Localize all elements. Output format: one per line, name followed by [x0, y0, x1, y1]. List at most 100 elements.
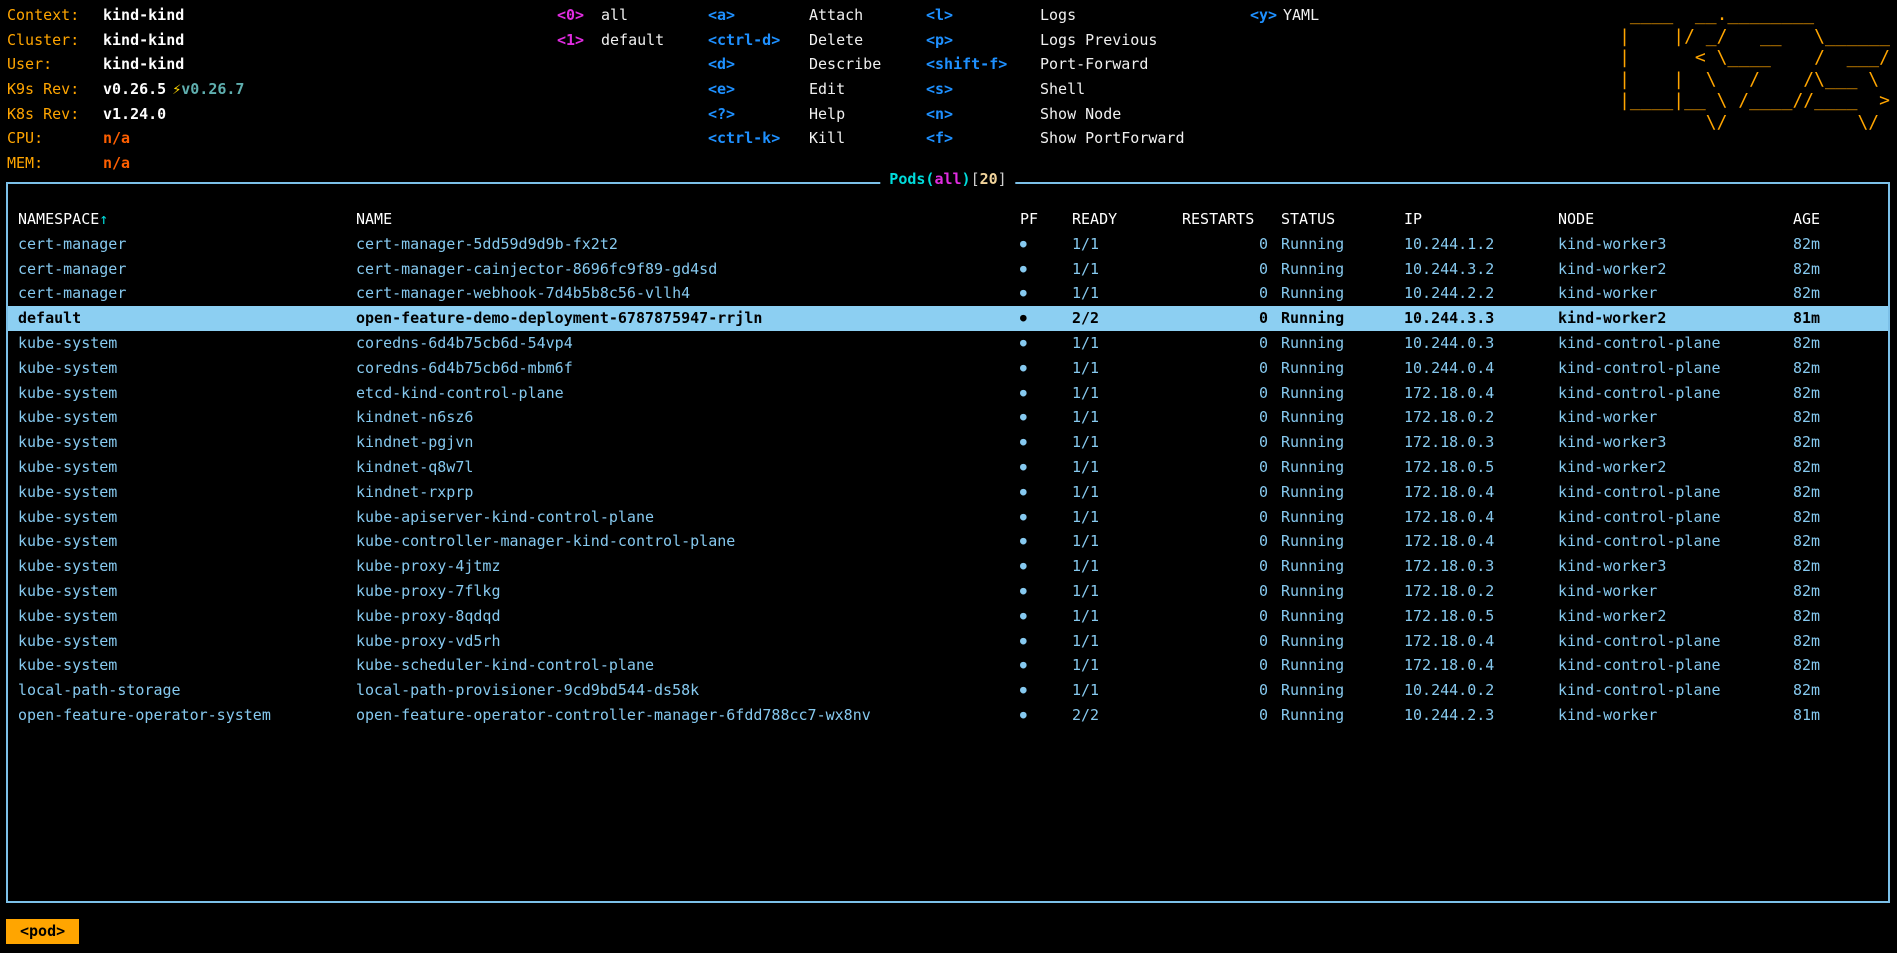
cell-restarts: 0: [1182, 455, 1281, 480]
hotkey-item[interactable]: <ctrl-d>Delete: [708, 28, 881, 53]
info-value: v1.24.0: [103, 105, 166, 123]
cell-restarts: 0: [1182, 281, 1281, 306]
cell-status: Running: [1281, 455, 1404, 480]
port-forward-indicator-icon: ●: [1020, 604, 1072, 629]
hotkey-key: <?>: [708, 102, 809, 127]
column-header-pf[interactable]: PF: [1020, 207, 1072, 232]
cell-name: kube-controller-manager-kind-control-pla…: [356, 529, 1020, 554]
table-row[interactable]: kube-system kube-apiserver-kind-control-…: [8, 505, 1888, 530]
cell-node: kind-control-plane: [1558, 331, 1793, 356]
table-row[interactable]: kube-system kindnet-q8w7l ● 1/1 0 Runnin…: [8, 455, 1888, 480]
table-row[interactable]: cert-manager cert-manager-5dd59d9d9b-fx2…: [8, 232, 1888, 257]
cell-age: 81m: [1793, 306, 1884, 331]
cell-name: kindnet-rxprp: [356, 480, 1020, 505]
cell-age: 82m: [1793, 604, 1884, 629]
cell-namespace: kube-system: [18, 529, 356, 554]
hotkey-key: <f>: [926, 126, 1040, 151]
column-header-node[interactable]: NODE: [1558, 207, 1793, 232]
table-row[interactable]: kube-system kindnet-n6sz6 ● 1/1 0 Runnin…: [8, 405, 1888, 430]
hotkey-key: <d>: [708, 52, 809, 77]
column-header-status[interactable]: STATUS: [1281, 207, 1404, 232]
title-bracket: ]: [998, 170, 1007, 188]
hotkey-item[interactable]: <?>Help: [708, 102, 881, 127]
cell-restarts: 0: [1182, 653, 1281, 678]
column-header-name[interactable]: NAME: [356, 207, 1020, 232]
hotkey-item[interactable]: <y>YAML: [1250, 3, 1319, 28]
table-row[interactable]: cert-manager cert-manager-webhook-7d4b5b…: [8, 281, 1888, 306]
hotkey-item[interactable]: <a>Attach: [708, 3, 881, 28]
cell-node: kind-worker: [1558, 281, 1793, 306]
cell-ip: 10.244.1.2: [1404, 232, 1558, 257]
cell-status: Running: [1281, 480, 1404, 505]
cell-age: 82m: [1793, 356, 1884, 381]
table-row[interactable]: local-path-storage local-path-provisione…: [8, 678, 1888, 703]
cell-namespace: cert-manager: [18, 232, 356, 257]
cell-namespace: kube-system: [18, 356, 356, 381]
port-forward-indicator-icon: ●: [1020, 703, 1072, 728]
cell-namespace: kube-system: [18, 405, 356, 430]
hotkey-key: <a>: [708, 3, 809, 28]
cell-ready: 1/1: [1072, 455, 1182, 480]
hotkey-item[interactable]: <n>Show Node: [926, 102, 1185, 127]
hotkey-key: <s>: [926, 77, 1040, 102]
cell-namespace: local-path-storage: [18, 678, 356, 703]
hotkey-item[interactable]: <e>Edit: [708, 77, 881, 102]
cell-age: 82m: [1793, 381, 1884, 406]
cell-node: kind-worker2: [1558, 604, 1793, 629]
table-row[interactable]: kube-system coredns-6d4b75cb6d-mbm6f ● 1…: [8, 356, 1888, 381]
cell-node: kind-worker3: [1558, 232, 1793, 257]
table-row[interactable]: kube-system etcd-kind-control-plane ● 1/…: [8, 381, 1888, 406]
table-row[interactable]: default open-feature-demo-deployment-678…: [8, 306, 1888, 331]
action-hotkeys-col3: <y>YAML: [1250, 3, 1319, 28]
hotkey-item[interactable]: <l>Logs: [926, 3, 1185, 28]
table-row[interactable]: cert-manager cert-manager-cainjector-869…: [8, 257, 1888, 282]
cell-ip: 172.18.0.4: [1404, 629, 1558, 654]
table-row[interactable]: kube-system kube-scheduler-kind-control-…: [8, 653, 1888, 678]
cell-status: Running: [1281, 405, 1404, 430]
table-row[interactable]: open-feature-operator-system open-featur…: [8, 703, 1888, 728]
breadcrumb[interactable]: <pod>: [6, 919, 79, 944]
column-header-namespace[interactable]: NAMESPACE↑: [18, 207, 356, 232]
hotkey-item[interactable]: <s>Shell: [926, 77, 1185, 102]
hotkey-item[interactable]: <f>Show PortForward: [926, 126, 1185, 151]
hotkey-item[interactable]: <0>all: [557, 3, 664, 28]
hotkey-item[interactable]: <shift-f>Port-Forward: [926, 52, 1185, 77]
column-header-ip[interactable]: IP: [1404, 207, 1558, 232]
cell-ip: 172.18.0.4: [1404, 381, 1558, 406]
table-row[interactable]: kube-system kube-proxy-vd5rh ● 1/1 0 Run…: [8, 629, 1888, 654]
title-scope: all: [934, 170, 961, 188]
action-hotkeys-col1: <a>Attach <ctrl-d>Delete <d>Describe <e>…: [708, 3, 881, 151]
hotkey-item[interactable]: <ctrl-k>Kill: [708, 126, 881, 151]
column-header-age[interactable]: AGE: [1793, 207, 1884, 232]
title-paren: ): [962, 170, 971, 188]
cell-ready: 2/2: [1072, 306, 1182, 331]
table-row[interactable]: kube-system kube-proxy-7flkg ● 1/1 0 Run…: [8, 579, 1888, 604]
hotkey-item[interactable]: <1>default: [557, 28, 664, 53]
cell-age: 82m: [1793, 480, 1884, 505]
cell-name: cert-manager-webhook-7d4b5b8c56-vllh4: [356, 281, 1020, 306]
table-row[interactable]: kube-system kube-controller-manager-kind…: [8, 529, 1888, 554]
port-forward-indicator-icon: ●: [1020, 306, 1072, 331]
table-row[interactable]: kube-system coredns-6d4b75cb6d-54vp4 ● 1…: [8, 331, 1888, 356]
cell-restarts: 0: [1182, 529, 1281, 554]
cell-ready: 2/2: [1072, 703, 1182, 728]
table-row[interactable]: kube-system kindnet-pgjvn ● 1/1 0 Runnin…: [8, 430, 1888, 455]
cell-ready: 1/1: [1072, 554, 1182, 579]
cell-status: Running: [1281, 356, 1404, 381]
column-header-restarts[interactable]: RESTARTS: [1182, 207, 1281, 232]
table-row[interactable]: kube-system kube-proxy-4jtmz ● 1/1 0 Run…: [8, 554, 1888, 579]
cell-ready: 1/1: [1072, 405, 1182, 430]
cell-namespace: default: [18, 306, 356, 331]
column-header-ready[interactable]: READY: [1072, 207, 1182, 232]
table-row[interactable]: kube-system kube-proxy-8qdqd ● 1/1 0 Run…: [8, 604, 1888, 629]
cell-node: kind-worker: [1558, 703, 1793, 728]
hotkey-item[interactable]: <p>Logs Previous: [926, 28, 1185, 53]
upgrade-version: v0.26.7: [181, 80, 244, 98]
table-row[interactable]: kube-system kindnet-rxprp ● 1/1 0 Runnin…: [8, 480, 1888, 505]
hotkey-item[interactable]: <d>Describe: [708, 52, 881, 77]
cell-node: kind-worker: [1558, 405, 1793, 430]
cell-namespace: kube-system: [18, 579, 356, 604]
cell-name: kube-apiserver-kind-control-plane: [356, 505, 1020, 530]
cell-name: kube-proxy-7flkg: [356, 579, 1020, 604]
cell-namespace: kube-system: [18, 480, 356, 505]
